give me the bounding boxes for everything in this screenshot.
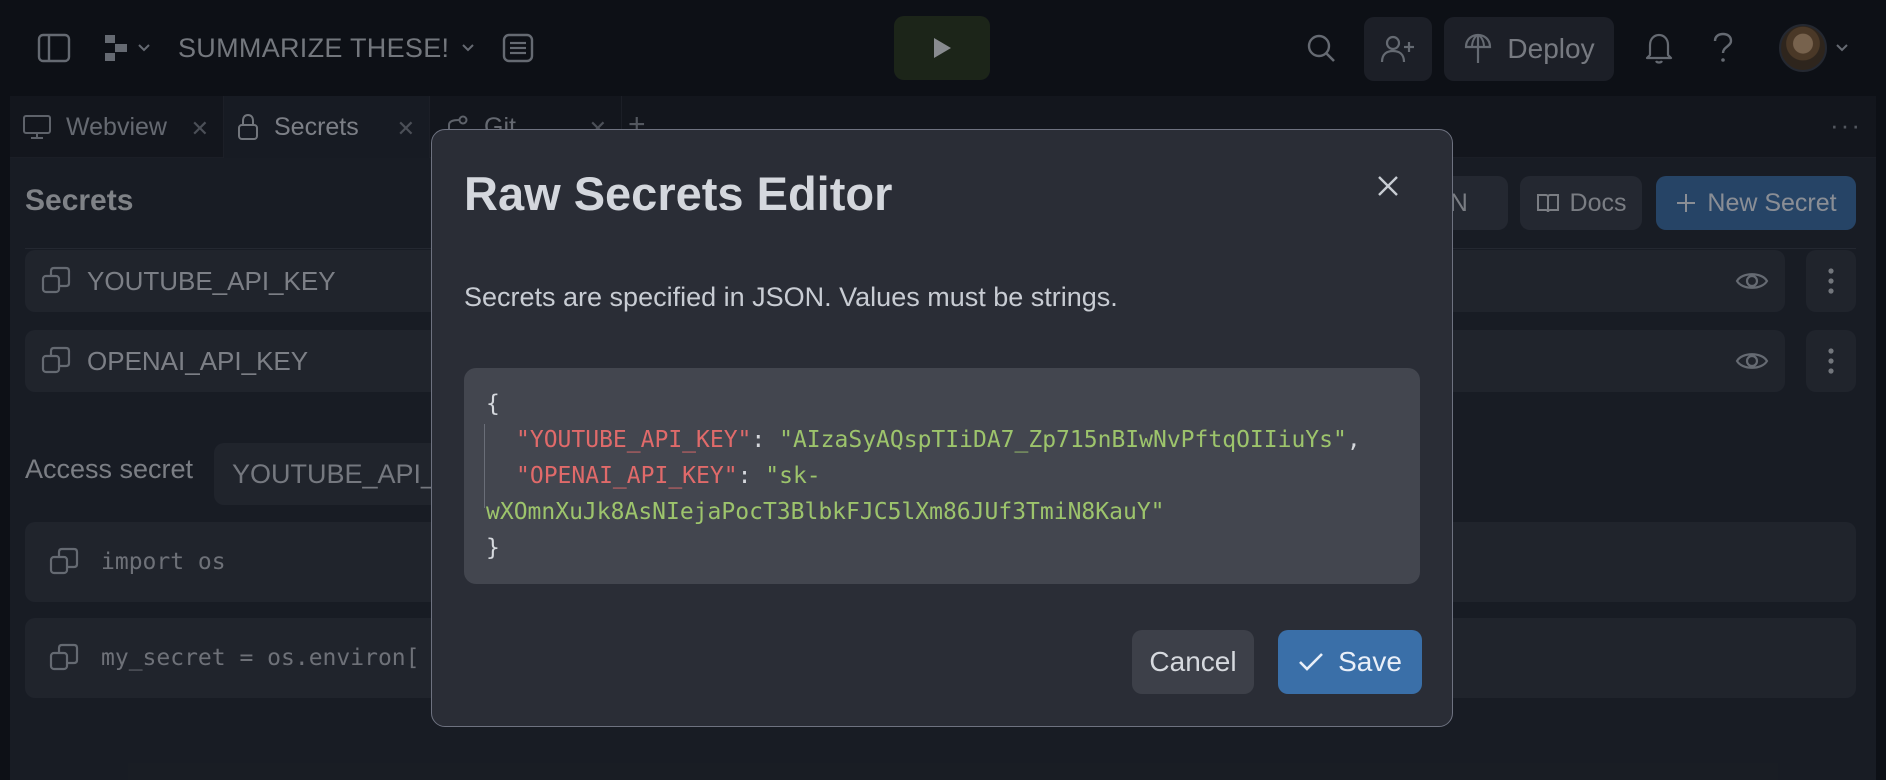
json-editor[interactable]: { "YOUTUBE_API_KEY": "AIzaSyAQspTIiDA7_Z…	[464, 368, 1420, 584]
open-brace: {	[486, 391, 500, 417]
raw-secrets-editor-dialog: Raw Secrets Editor Secrets are specified…	[431, 129, 1453, 727]
code-line: }	[486, 530, 1420, 566]
json-comma: ,	[1346, 427, 1361, 453]
json-separator: :	[737, 463, 766, 489]
cancel-button[interactable]: Cancel	[1132, 630, 1254, 694]
json-value-continued: wXOmnXuJk8AsNIejaPocT3BlbkFJC5lXm86JUf3T…	[486, 499, 1165, 525]
dialog-description: Secrets are specified in JSON. Values mu…	[464, 282, 1118, 312]
code-line: "YOUTUBE_API_KEY": "AIzaSyAQspTIiDA7_Zp7…	[486, 422, 1420, 458]
json-separator: :	[751, 427, 780, 453]
code-line: "OPENAI_API_KEY": "sk-	[486, 458, 1420, 494]
json-key: "OPENAI_API_KEY"	[516, 463, 738, 489]
json-key: "YOUTUBE_API_KEY"	[516, 427, 752, 453]
save-button[interactable]: Save	[1278, 630, 1422, 694]
cancel-label: Cancel	[1149, 646, 1237, 677]
save-label: Save	[1338, 646, 1402, 677]
indent-guide	[484, 424, 485, 508]
close-brace: }	[486, 535, 500, 561]
code-line: {	[486, 386, 1420, 422]
code-line: wXOmnXuJk8AsNIejaPocT3BlbkFJC5lXm86JUf3T…	[486, 494, 1420, 530]
dialog-title: Raw Secrets Editor	[464, 167, 893, 220]
close-button[interactable]	[1368, 166, 1408, 206]
json-value: "sk-	[765, 463, 821, 489]
close-icon	[1378, 176, 1398, 196]
json-value: "AIzaSyAQspTIiDA7_Zp715nBIwNvPftqOIIiuYs…	[779, 427, 1347, 453]
check-icon	[1299, 653, 1323, 671]
